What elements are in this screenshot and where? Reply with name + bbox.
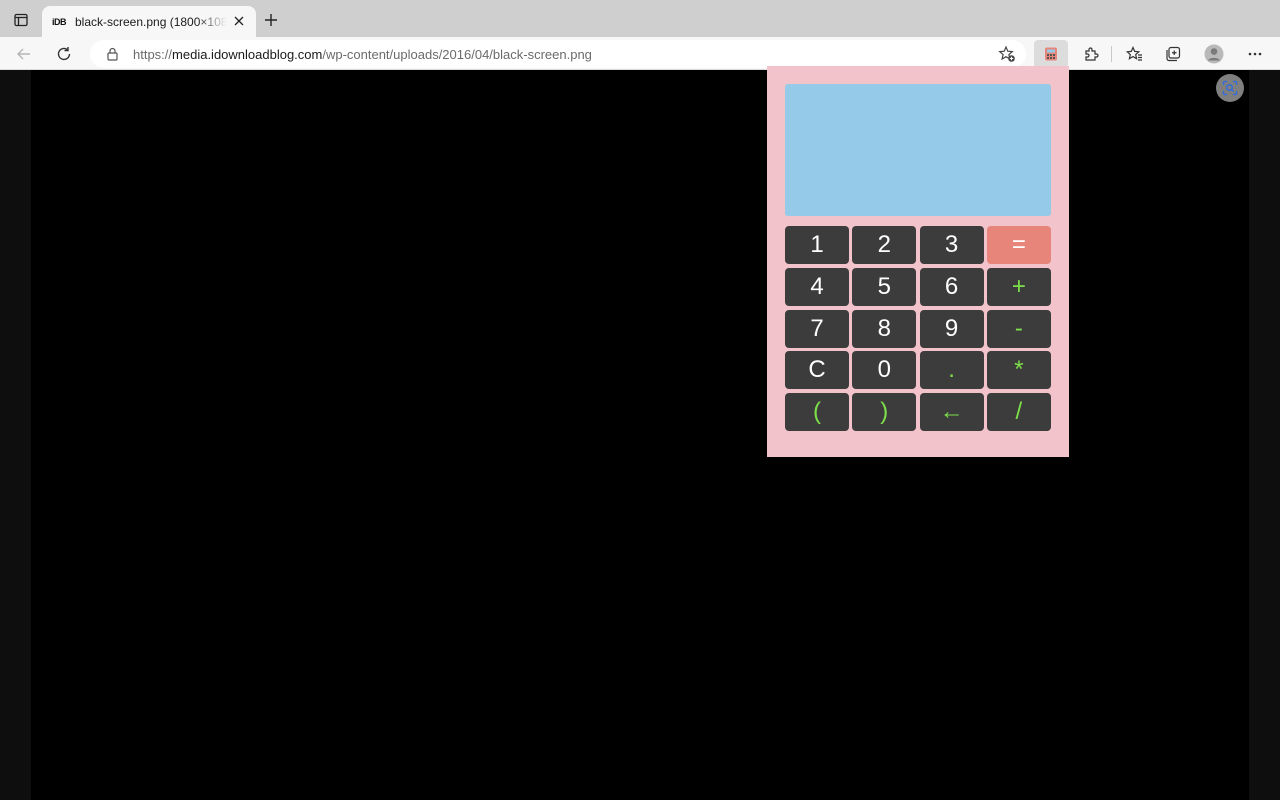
calculator-display xyxy=(785,84,1051,216)
key-digit-1-button[interactable]: 1 xyxy=(785,226,849,264)
key-digit-3-button[interactable]: 3 xyxy=(919,226,984,264)
key-digit-6-button[interactable]: 6 xyxy=(919,267,984,306)
tab-actions-icon[interactable] xyxy=(8,8,34,32)
star-plus-icon[interactable] xyxy=(998,45,1016,63)
lock-icon[interactable] xyxy=(105,46,119,62)
toolbar-separator xyxy=(1111,46,1112,62)
favorites-icon[interactable] xyxy=(1121,41,1147,67)
tab-title: black-screen.png (1800×1080) xyxy=(75,14,227,29)
key-equals-button[interactable]: = xyxy=(986,226,1051,264)
back-arrow-icon[interactable] xyxy=(11,41,37,67)
key-divide-button[interactable]: / xyxy=(986,393,1051,432)
page-viewport xyxy=(0,70,1280,800)
tab-active[interactable]: iDB black-screen.png (1800×1080) xyxy=(42,6,256,37)
calculator-extension-icon[interactable] xyxy=(1034,40,1068,68)
profile-avatar-icon[interactable] xyxy=(1201,41,1227,67)
site-favicon: iDB xyxy=(52,16,67,27)
key-backspace-button[interactable]: ← xyxy=(919,393,984,432)
visual-search-icon[interactable] xyxy=(1216,74,1244,102)
key-plus-button[interactable]: + xyxy=(986,267,1051,306)
key-close-paren-button[interactable]: ) xyxy=(852,393,917,432)
close-icon[interactable] xyxy=(231,13,247,29)
key-digit-4-button[interactable]: 4 xyxy=(785,267,849,306)
key-digit-0-button[interactable]: 0 xyxy=(852,351,917,390)
key-digit-8-button[interactable]: 8 xyxy=(852,309,917,348)
browser-toolbar: https://media.idownloadblog.com/wp-conte… xyxy=(0,37,1280,70)
plus-icon[interactable] xyxy=(261,10,281,30)
puzzle-icon[interactable] xyxy=(1078,41,1104,67)
key-decimal-button[interactable]: . xyxy=(919,351,984,390)
key-minus-button[interactable]: - xyxy=(986,309,1051,348)
calculator-popup: 1 2 3 = 4 5 6 +7 8 9- C 0. * () ← / xyxy=(767,66,1069,457)
key-digit-7-button[interactable]: 7 xyxy=(785,309,849,348)
tab-strip: iDB black-screen.png (1800×1080) xyxy=(0,0,1280,37)
key-clear-button[interactable]: C xyxy=(785,351,849,390)
url-text[interactable]: https://media.idownloadblog.com/wp-conte… xyxy=(133,47,592,62)
refresh-icon[interactable] xyxy=(51,41,77,67)
collections-icon[interactable] xyxy=(1160,41,1186,67)
more-icon[interactable] xyxy=(1242,41,1268,67)
key-open-paren-button[interactable]: ( xyxy=(785,393,849,432)
key-digit-5-button[interactable]: 5 xyxy=(852,267,917,306)
key-digit-9-button[interactable]: 9 xyxy=(919,309,984,348)
key-digit-2-button[interactable]: 2 xyxy=(852,226,917,264)
key-multiply-button[interactable]: * xyxy=(986,351,1051,390)
address-bar[interactable]: https://media.idownloadblog.com/wp-conte… xyxy=(90,40,1026,68)
calculator-keypad: 1 2 3 = 4 5 6 +7 8 9- C 0. * () ← / xyxy=(785,226,1051,432)
